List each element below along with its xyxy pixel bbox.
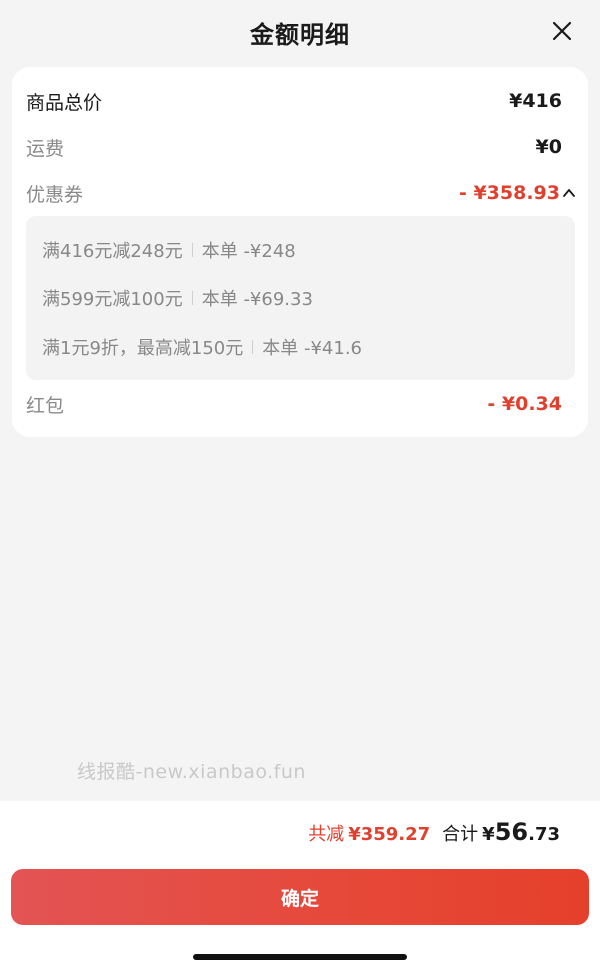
redpacket-value: - ¥0.34 (487, 393, 562, 415)
total-currency: ¥ (482, 824, 495, 845)
coupon-value: - ¥358.93 (458, 182, 560, 204)
saved-amount: ¥359.27 (348, 824, 431, 845)
sheet-title: 金额明细 (250, 21, 350, 49)
redpacket-label: 红包 (26, 394, 65, 417)
coupon-item: 满599元减100元 本单 -¥69.33 (42, 284, 313, 312)
redpacket-row: 红包 - ¥0.34 (26, 389, 562, 419)
coupon-deduction: 本单 -¥41.6 (262, 338, 363, 359)
close-icon[interactable] (550, 19, 574, 43)
coupon-item: 满1元9折，最高减150元 本单 -¥41.6 (42, 333, 362, 361)
divider (191, 291, 193, 305)
divider (191, 243, 193, 257)
coupon-row: 优惠券 - ¥358.93 (26, 178, 575, 208)
coupon-toggle[interactable]: - ¥358.93 (458, 182, 575, 204)
coupon-rule: 满416元减248元 (42, 241, 183, 262)
total-decimal: .73 (528, 824, 560, 845)
shipping-label: 运费 (26, 137, 65, 160)
home-indicator (193, 954, 407, 960)
goods-total-value: ¥416 (509, 90, 562, 112)
coupon-rule: 满1元9折，最高减150元 (42, 338, 244, 359)
coupon-rule: 满599元减100元 (42, 289, 183, 310)
coupon-deduction: 本单 -¥248 (201, 241, 296, 262)
shipping-value: ¥0 (535, 136, 562, 158)
coupon-deduction: 本单 -¥69.33 (201, 289, 313, 310)
goods-total-label: 商品总价 (26, 91, 103, 114)
saved-label: 共减 (308, 824, 345, 845)
amount-detail-sheet: 金额明细 商品总价 ¥416 运费 ¥0 优惠券 - ¥358.93 满416元… (0, 0, 600, 972)
total-label: 合计 (442, 824, 479, 845)
coupon-breakdown: 满416元减248元 本单 -¥248 满599元减100元 本单 -¥69.3… (26, 216, 575, 380)
amount-detail-card: 商品总价 ¥416 运费 ¥0 优惠券 - ¥358.93 满416元减248元… (12, 67, 588, 437)
total-integer: 56 (494, 818, 529, 846)
sheet-header: 金额明细 (0, 0, 600, 64)
shipping-row: 运费 ¥0 (26, 132, 562, 162)
watermark: 线报酷-new.xianbao.fun (77, 761, 306, 783)
footer-bar: 共减 ¥359.27 合计 ¥ 56 .73 确定 (0, 801, 600, 972)
price-summary: 共减 ¥359.27 合计 ¥ 56 .73 (308, 818, 560, 846)
divider (252, 340, 254, 354)
coupon-item: 满416元减248元 本单 -¥248 (42, 236, 296, 264)
confirm-button[interactable]: 确定 (11, 869, 589, 925)
coupon-label: 优惠券 (26, 183, 84, 206)
goods-total-row: 商品总价 ¥416 (26, 86, 562, 116)
chevron-up-icon (563, 189, 575, 197)
